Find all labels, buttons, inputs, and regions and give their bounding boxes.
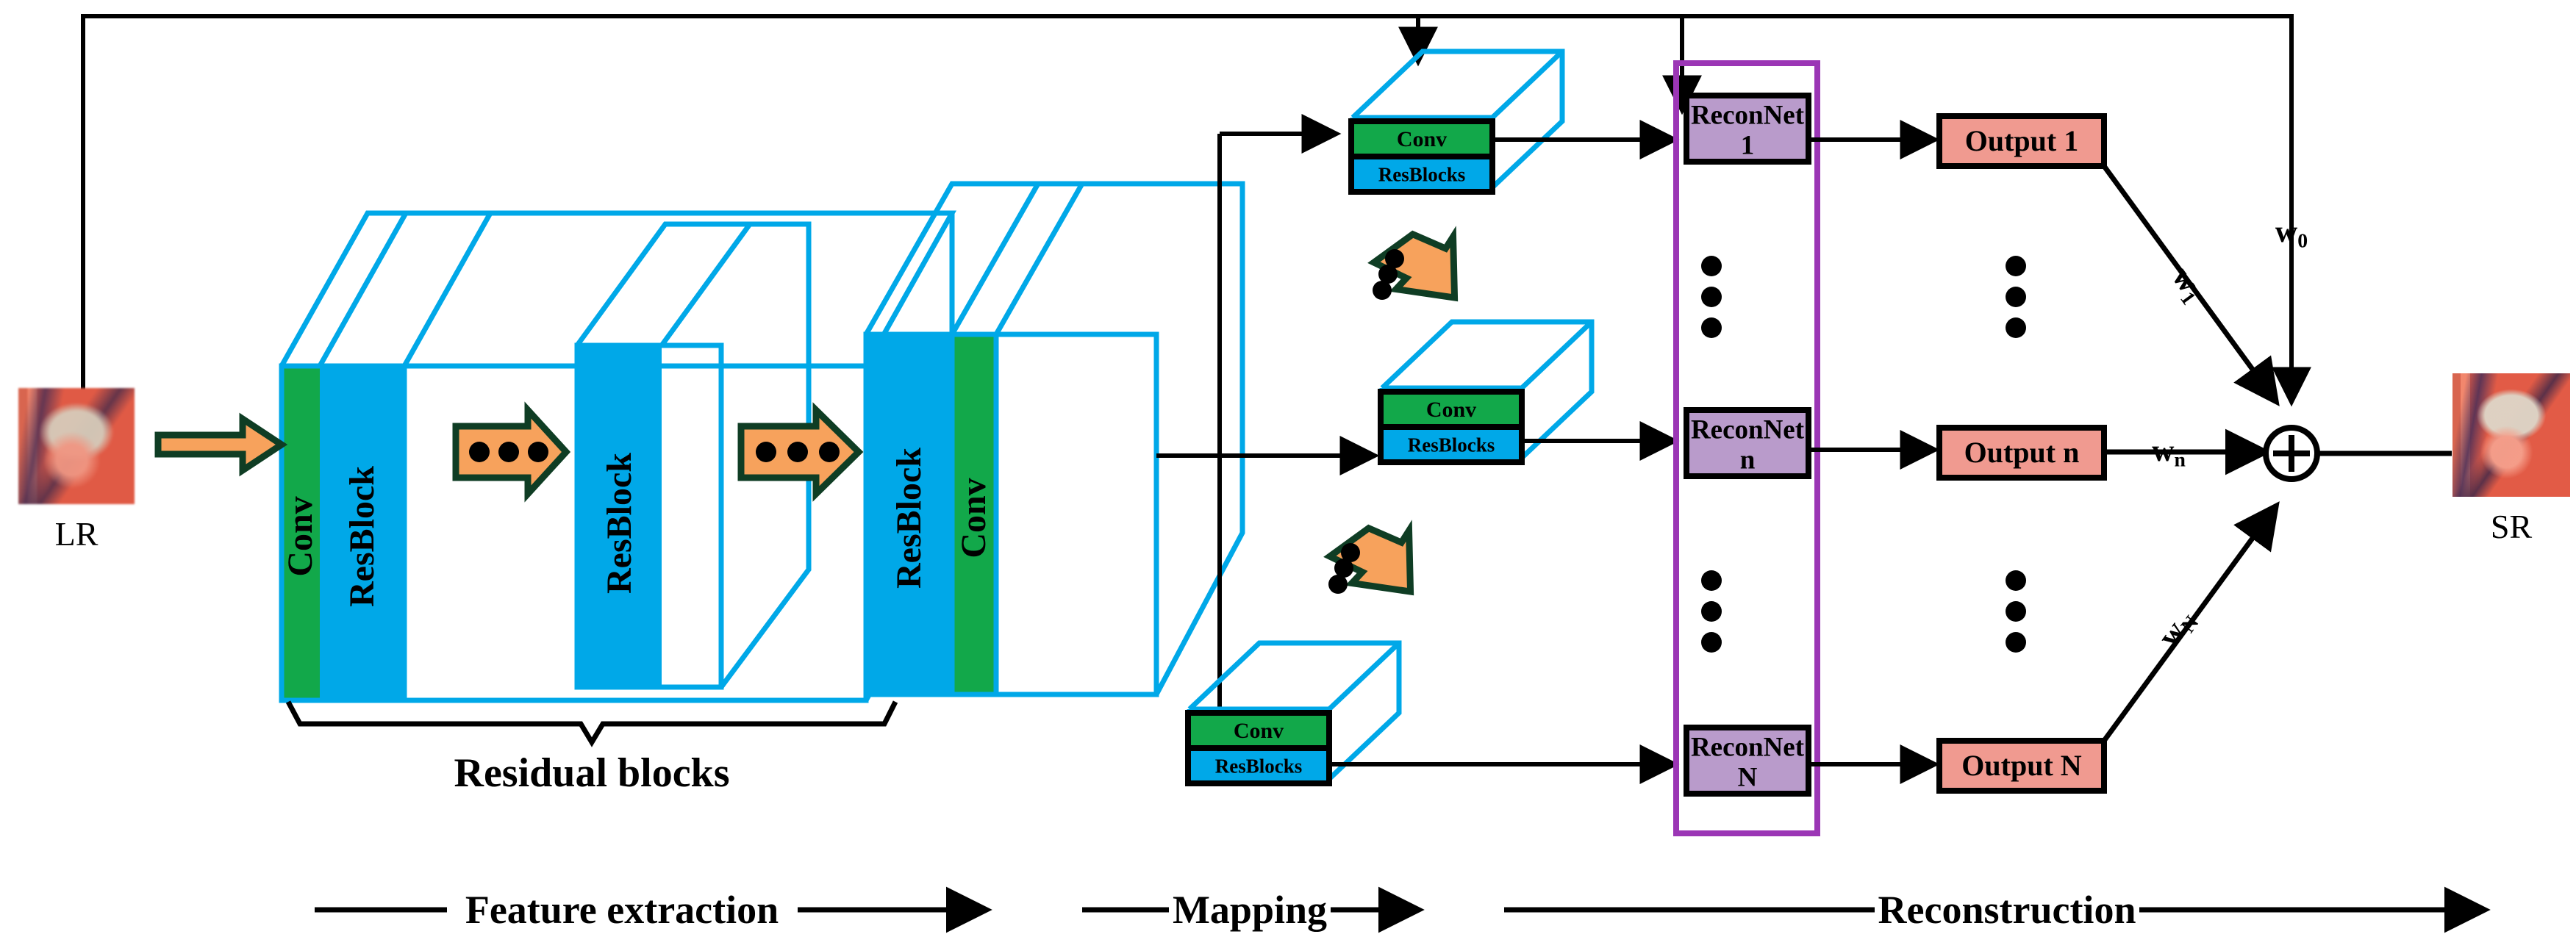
fe-block-2-resblock-label: ResBlock xyxy=(600,453,639,594)
weight-0-base: w xyxy=(2275,215,2298,249)
mapping-ellipsis-arrow-2 xyxy=(1323,520,1414,596)
weight-n-base: w xyxy=(2152,434,2175,468)
feature-to-mapping-bus xyxy=(1156,114,1380,778)
map-cuboid-3-conv-label: Conv xyxy=(1233,719,1284,743)
fe-block-3-cuboid xyxy=(863,181,1245,697)
sr-image-caption: SR xyxy=(2490,508,2533,545)
input-arrow xyxy=(154,412,288,477)
fe-block-1-resblock-label: ResBlock xyxy=(343,466,382,607)
lr-image-caption: LR xyxy=(54,515,99,553)
output-1-label: Output 1 xyxy=(1964,124,2079,157)
output-n-label: Output n xyxy=(1964,436,2080,469)
map-cuboid-2-resblocks-label: ResBlocks xyxy=(1407,434,1495,456)
residual-blocks-label: Residual blocks xyxy=(454,750,730,796)
reconnet-N-label-line1: ReconNet xyxy=(1690,732,1805,763)
stage-label-feature-extraction: Feature extraction xyxy=(465,888,779,932)
summation-node xyxy=(2263,425,2452,482)
weight-n-sub: n xyxy=(2174,448,2186,471)
fe-block-1-conv-label: Conv xyxy=(281,496,320,577)
lr-image-thumbnail xyxy=(18,388,135,504)
map-cuboid-1-conv-label: Conv xyxy=(1396,127,1448,151)
reconnet-ellipsis-lower xyxy=(1701,570,1722,653)
residual-blocks-brace xyxy=(285,700,898,747)
output-ellipsis-upper xyxy=(2006,256,2026,338)
reconnet-n-label-line2: n xyxy=(1739,445,1756,475)
reconnet-1-label-line2: 1 xyxy=(1740,130,1755,161)
reconnet-1-label-line1: ReconNet xyxy=(1690,100,1805,131)
weight-0-label: w0 xyxy=(2275,217,2308,251)
map-cuboid-2-conv-label: Conv xyxy=(1425,398,1477,422)
fe-block-3-conv-label: Conv xyxy=(954,478,993,559)
sr-image-thumbnail xyxy=(2452,373,2570,497)
output-N-label: Output N xyxy=(1961,749,2082,782)
weighted-sum-wires xyxy=(2102,164,2280,743)
fe-block-3-resblock-label: ResBlock xyxy=(890,448,929,589)
map-cuboid-3-resblocks-label: ResBlocks xyxy=(1214,755,1303,778)
weight-n-label: wn xyxy=(2152,436,2186,470)
reconnet-n-label-line1: ReconNet xyxy=(1690,414,1805,445)
mapping-feeder-wires xyxy=(1398,16,1702,115)
reconnet-ellipsis-upper xyxy=(1701,256,1722,338)
diagram-vector-layer xyxy=(81,14,2491,933)
output-ellipsis-lower xyxy=(2006,570,2026,653)
reconnet-N-label-line2: N xyxy=(1737,762,1758,793)
diagram-canvas: LR SR Conv ResBlock ResBlock ResBlock Co… xyxy=(0,0,2576,948)
stage-label-mapping: Mapping xyxy=(1172,888,1328,932)
stage-label-reconstruction: Reconstruction xyxy=(1878,888,2136,932)
weight-0-sub: 0 xyxy=(2297,229,2308,252)
map-cuboid-1-resblocks-label: ResBlocks xyxy=(1378,163,1466,186)
mapping-ellipsis-arrow-1 xyxy=(1367,226,1459,302)
